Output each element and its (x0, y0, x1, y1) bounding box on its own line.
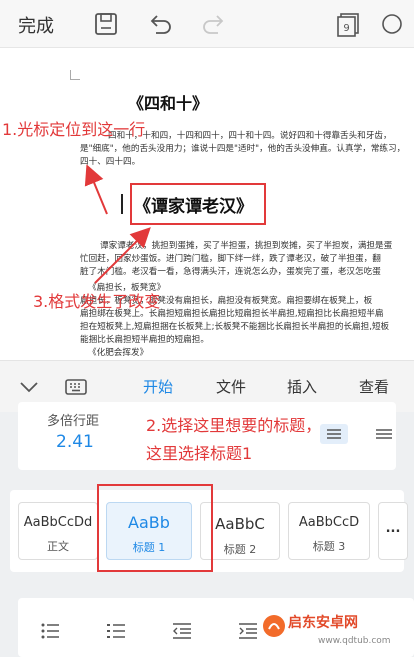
text-cursor (121, 194, 123, 214)
more-styles-button[interactable]: ... (378, 502, 408, 560)
para3-line: 能捆比长扁担短半扁担的短扁担。 (80, 335, 209, 345)
save-icon[interactable] (92, 10, 120, 38)
tab-view[interactable]: 查看 (359, 376, 389, 397)
watermark-text: 启东安卓网 (288, 615, 358, 631)
para1-line: 四十、四十四。 (80, 157, 141, 167)
heading-1[interactable]: 《四和十》 (128, 90, 208, 114)
margin-marker (70, 70, 80, 80)
para2-line: 谭家谭老汉，挑担到蛋摊，买了半担蛋，挑担到炭摊，买了半担炭，满担是蛋 (100, 241, 393, 251)
bullet-list-icon[interactable] (40, 622, 60, 640)
para2-line: 忙回赶，回家炒蛋饭。进门跨门槛，脚下绊一绊，跌了谭老汉，破了半担蛋，翻 (80, 254, 381, 264)
watermark-logo-icon (262, 614, 286, 638)
align-distributed-button[interactable] (372, 424, 396, 444)
collapse-chevron-icon[interactable] (18, 377, 40, 397)
heading-highlight-box (130, 183, 266, 225)
page-count-text: 9 (343, 23, 349, 34)
annotation-step3: 3.格式发生了改变 (33, 292, 161, 311)
style-sample: AaBbCcD (298, 515, 360, 530)
more-styles-icon: ... (385, 521, 401, 536)
numbered-list-icon[interactable] (106, 622, 126, 640)
para1-line: 四和十，十和四，十四和四十，四十和十四。说好四和十得靠舌头和牙齿， (108, 131, 392, 141)
style-sample: AaBbCcDd (23, 515, 93, 530)
style-name: 标题 3 (312, 540, 346, 553)
watermark-url: www.qdtub.com (318, 636, 391, 646)
annotation-step1: 1.光标定位到这一行 (2, 120, 146, 139)
para1-line: 是"细底"，他的舌头没用力；谁说十四是"适时"，他的舌头没伸直。认真学，常练习， (80, 144, 406, 154)
style-normal[interactable]: AaBbCcDd 正文 (18, 502, 98, 560)
tab-start[interactable]: 开始 (143, 376, 173, 397)
style-highlight-box (97, 484, 213, 572)
tab-file[interactable]: 文件 (216, 376, 246, 397)
tab-insert[interactable]: 插入 (287, 376, 317, 397)
annotation-step2-line2: 这里选择标题1 (146, 444, 253, 463)
increase-indent-icon[interactable] (238, 622, 258, 640)
top-toolbar: 完成 9 (0, 0, 414, 48)
style-heading-3[interactable]: AaBbCcD 标题 3 (288, 502, 370, 560)
more-icon[interactable] (378, 10, 406, 38)
decrease-indent-icon[interactable] (172, 622, 192, 640)
undo-icon[interactable] (146, 10, 174, 38)
keyboard-icon[interactable] (64, 376, 88, 398)
line-spacing-value[interactable]: 2.41 (56, 432, 94, 452)
style-name: 正文 (47, 540, 69, 553)
para3-line: 担在短板凳上,短扁担捆在长板凳上;长板凳不能捆比长扁担长半扁担的长扁担,短板 (80, 322, 390, 332)
para3-line: 《化肥会挥发》 (88, 348, 149, 358)
annotation-step2-line1: 2.选择这里想要的标题， (146, 416, 322, 435)
page-count-icon[interactable]: 9 (334, 10, 362, 38)
redo-icon[interactable] (200, 10, 228, 38)
align-justify-button[interactable] (320, 424, 348, 444)
done-button[interactable]: 完成 (18, 12, 54, 38)
para2-line: 脏了木门槛。老汉看一看，急得满头汗，连说怎么办，蛋炭完了蛋，老汉怎吃蛋 (80, 267, 381, 277)
line-spacing-label: 多倍行距 (47, 414, 100, 429)
